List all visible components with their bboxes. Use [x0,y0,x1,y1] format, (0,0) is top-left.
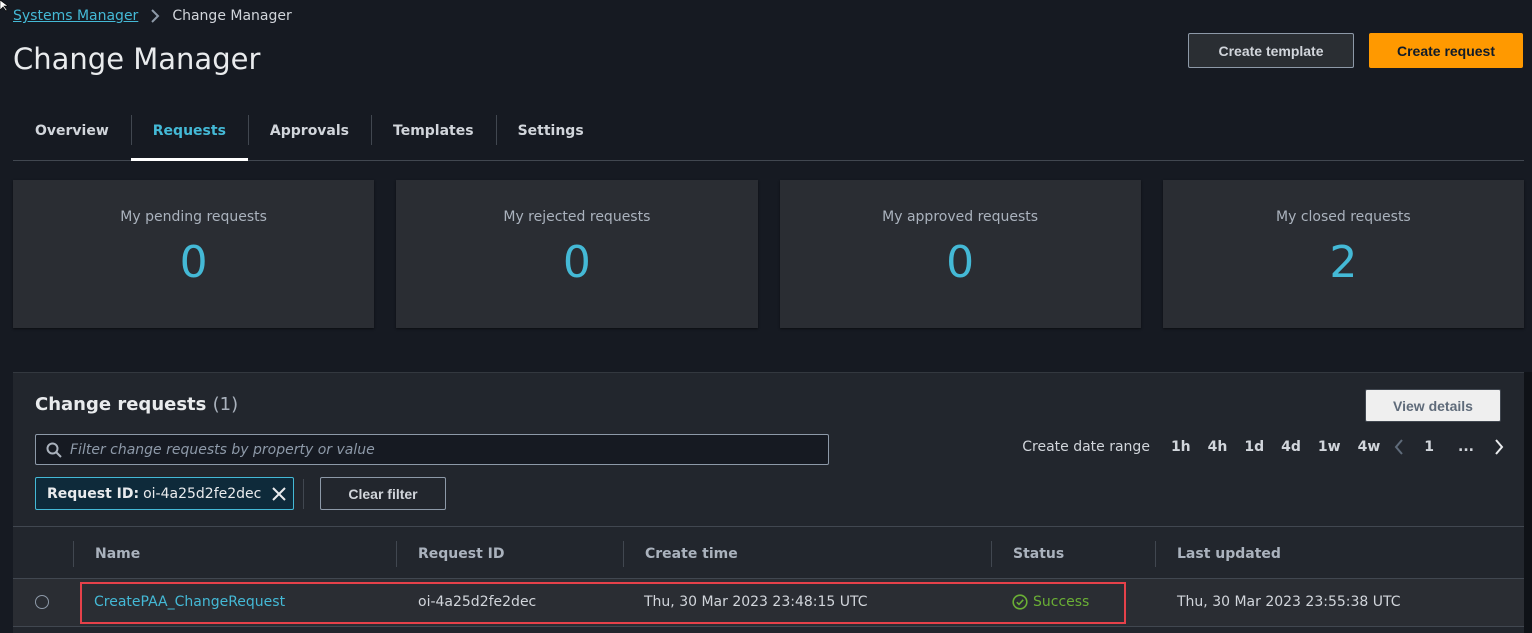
status-text: Success [1033,594,1090,610]
column-header-create-time[interactable]: Create time [623,527,738,580]
filter-token: Request ID: oi-4a25d2fe2dec [35,477,295,510]
breadcrumb-systems-manager[interactable]: Systems Manager [13,8,138,24]
page-number[interactable]: 1 [1424,439,1434,455]
tab-overview[interactable]: Overview [13,113,131,160]
mouse-cursor-icon [0,0,8,12]
card-label: My closed requests [1276,209,1411,225]
tab-settings[interactable]: Settings [495,113,606,160]
create-request-button[interactable]: Create request [1369,33,1523,68]
date-range-1h[interactable]: 1h [1171,439,1191,455]
tab-templates[interactable]: Templates [371,113,496,160]
date-range-4d[interactable]: 4d [1281,439,1301,455]
close-icon[interactable] [271,486,287,502]
filter-token-value: oi-4a25d2fe2dec [143,485,262,502]
tab-bar: Overview Requests Approvals Templates Se… [13,113,1524,161]
column-header-status[interactable]: Status [991,527,1064,580]
card-value: 2 [1329,237,1358,288]
panel-title: Change requests (1) [35,394,238,415]
filter-search-box [35,434,829,465]
page-title: Change Manager [13,42,261,76]
date-range-selector: Create date range 1h 4h 1d 4d 1w 4w 1 ..… [1022,439,1504,455]
filter-token-key: Request ID: [47,485,140,502]
tab-approvals[interactable]: Approvals [247,113,371,160]
divider [303,479,304,509]
table-row[interactable]: CreatePAA_ChangeRequest oi-4a25d2fe2dec … [13,579,1524,627]
date-range-4w[interactable]: 4w [1358,439,1381,455]
search-icon [46,442,62,458]
panel-count: (1) [212,394,239,415]
date-range-label: Create date range [1022,439,1150,455]
column-header-name[interactable]: Name [73,527,140,580]
card-approved-requests: My approved requests 0 [779,180,1141,328]
create-template-button[interactable]: Create template [1188,33,1354,68]
date-range-1d[interactable]: 1d [1244,439,1264,455]
date-range-1w[interactable]: 1w [1318,439,1341,455]
summary-cards: My pending requests 0 My rejected reques… [13,180,1524,328]
request-name-link[interactable]: CreatePAA_ChangeRequest [94,579,285,625]
change-requests-table: Name Request ID Create time Status Last … [13,526,1524,627]
panel-title-text: Change requests [35,394,207,415]
success-check-icon [1012,594,1028,610]
scrollbar-edge [1524,372,1532,633]
clear-filter-button[interactable]: Clear filter [320,477,446,510]
create-time-cell: Thu, 30 Mar 2023 23:48:15 UTC [644,594,868,610]
request-id-cell: oi-4a25d2fe2dec [418,594,537,610]
card-label: My approved requests [882,209,1039,225]
change-requests-panel: Change requests (1) View details Request… [13,372,1524,633]
card-label: My pending requests [120,209,267,225]
view-details-button[interactable]: View details [1365,389,1501,422]
table-header: Name Request ID Create time Status Last … [13,526,1524,579]
filter-search-input[interactable] [62,441,828,458]
card-value: 0 [562,237,591,288]
card-value: 0 [946,237,975,288]
card-pending-requests: My pending requests 0 [13,180,375,328]
chevron-right-icon[interactable] [1494,439,1504,455]
date-range-4h[interactable]: 4h [1208,439,1228,455]
status-cell: Success [1012,579,1089,625]
chevron-right-icon [150,9,160,23]
card-value: 0 [179,237,208,288]
page-ellipsis: ... [1458,439,1474,455]
breadcrumb-change-manager: Change Manager [172,8,292,24]
tab-requests[interactable]: Requests [130,113,249,161]
card-rejected-requests: My rejected requests 0 [396,180,758,328]
column-header-last-updated[interactable]: Last updated [1155,527,1281,580]
card-closed-requests: My closed requests 2 [1162,180,1524,328]
chevron-left-icon[interactable] [1394,439,1404,455]
column-header-request-id[interactable]: Request ID [396,527,505,580]
row-select-radio[interactable] [35,595,49,609]
card-label: My rejected requests [503,209,651,225]
breadcrumb: Systems Manager Change Manager [13,8,292,24]
last-updated-cell: Thu, 30 Mar 2023 23:55:38 UTC [1177,594,1401,610]
pagination: 1 ... [1394,439,1504,455]
